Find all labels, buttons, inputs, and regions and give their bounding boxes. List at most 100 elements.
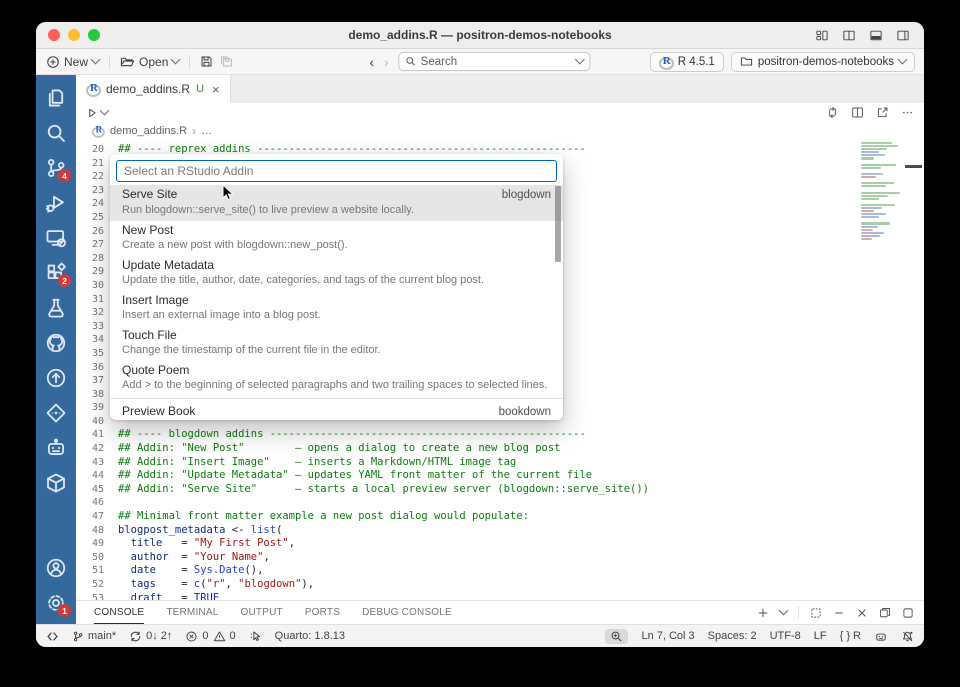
run-file-button[interactable] xyxy=(86,105,110,119)
new-console-button[interactable] xyxy=(757,607,769,619)
save-button[interactable] xyxy=(200,55,213,68)
move-panel-icon[interactable] xyxy=(879,607,891,619)
sidebar-item-publish[interactable] xyxy=(36,360,76,395)
line-number[interactable]: 37 xyxy=(76,374,104,388)
addin-item-quote-poem[interactable]: Quote Poem Add > to the beginning of sel… xyxy=(110,361,563,396)
line-number[interactable]: 45 xyxy=(76,483,104,497)
breadcrumb-symbol[interactable]: … xyxy=(201,125,212,137)
tab-demo-addins[interactable]: R demo_addins.R U × xyxy=(76,75,231,103)
zoom-window-button[interactable] xyxy=(88,29,100,41)
chevron-down-icon[interactable] xyxy=(778,605,789,616)
compare-changes-icon[interactable] xyxy=(826,106,839,119)
line-number[interactable]: 40 xyxy=(76,415,104,429)
line-number[interactable]: 36 xyxy=(76,361,104,375)
line-number[interactable]: 39 xyxy=(76,401,104,415)
line-number[interactable]: 51 xyxy=(76,564,104,578)
split-editor-layout-icon[interactable] xyxy=(842,29,856,42)
panel-tab-debug-console[interactable]: DEBUG CONSOLE xyxy=(362,602,452,624)
line-number[interactable]: 30 xyxy=(76,279,104,293)
line-number[interactable]: 49 xyxy=(76,537,104,551)
toggle-panel-icon[interactable] xyxy=(869,29,883,42)
line-number[interactable]: 41 xyxy=(76,428,104,442)
line-number[interactable]: 33 xyxy=(76,320,104,334)
encoding[interactable]: UTF-8 xyxy=(770,630,801,642)
line-number[interactable]: 47 xyxy=(76,510,104,524)
addin-item-touch-file[interactable]: Touch File Change the timestamp of the c… xyxy=(110,326,563,361)
navigate-back-button[interactable]: ‹ xyxy=(369,55,374,69)
interpreter-selector[interactable]: R R 4.5.1 xyxy=(649,51,724,72)
global-search-input[interactable]: Search xyxy=(398,52,591,71)
git-branch[interactable]: main* xyxy=(72,630,116,643)
list-scrollbar[interactable] xyxy=(555,186,561,262)
line-number[interactable]: 25 xyxy=(76,211,104,225)
close-tab-icon[interactable]: × xyxy=(212,82,220,97)
split-editor-icon[interactable] xyxy=(851,106,864,119)
line-number[interactable]: 34 xyxy=(76,333,104,347)
line-number[interactable]: 23 xyxy=(76,184,104,198)
line-number[interactable]: 21 xyxy=(76,157,104,171)
quarto-version[interactable]: Quarto: 1.8.13 xyxy=(275,630,345,642)
navigate-forward-button[interactable]: › xyxy=(384,55,389,69)
problems[interactable]: 00 xyxy=(185,630,236,643)
line-number[interactable]: 27 xyxy=(76,238,104,252)
addin-filter-input[interactable]: Select an RStudio Addin xyxy=(116,160,557,182)
panel-tab-ports[interactable]: PORTS xyxy=(305,602,340,624)
session-pointer[interactable] xyxy=(249,630,262,643)
sidebar-item-extensions[interactable]: 2 xyxy=(36,255,76,290)
language-mode[interactable]: { } R xyxy=(840,630,861,642)
line-number[interactable]: 48 xyxy=(76,524,104,538)
line-number[interactable]: 53 xyxy=(76,592,104,600)
panel-tab-console[interactable]: CONSOLE xyxy=(94,602,145,624)
customize-layout-icon[interactable] xyxy=(815,29,829,42)
line-number[interactable]: 43 xyxy=(76,456,104,470)
line-number[interactable]: 38 xyxy=(76,388,104,402)
line-number[interactable]: 32 xyxy=(76,306,104,320)
close-window-button[interactable] xyxy=(48,29,60,41)
minimize-window-button[interactable] xyxy=(68,29,80,41)
code-editor[interactable]: 20 ## ---- reprex addins ----------------… xyxy=(76,140,924,600)
panel-tab-terminal[interactable]: TERMINAL xyxy=(166,602,218,624)
line-number[interactable]: 26 xyxy=(76,225,104,239)
line-number[interactable]: 50 xyxy=(76,551,104,565)
sidebar-item-gem[interactable] xyxy=(36,395,76,430)
line-number[interactable]: 46 xyxy=(76,496,104,510)
workspace-selector[interactable]: positron-demos-notebooks xyxy=(730,51,915,72)
breadcrumb-file[interactable]: demo_addins.R xyxy=(110,125,187,137)
open-button[interactable]: Open xyxy=(120,55,181,69)
minimize-panel-icon[interactable] xyxy=(833,607,845,619)
addin-item-insert-image[interactable]: Insert Image Insert an external image in… xyxy=(110,291,563,326)
close-panel-icon[interactable] xyxy=(856,607,868,619)
sidebar-item-explorer[interactable] xyxy=(36,80,76,115)
cursor-position[interactable]: Ln 7, Col 3 xyxy=(641,630,694,642)
line-number[interactable]: 24 xyxy=(76,197,104,211)
panel-tab-output[interactable]: OUTPUT xyxy=(240,602,282,624)
addin-item-preview-book[interactable]: Preview Bookbookdown Run bookdown::serve… xyxy=(110,402,563,420)
indentation[interactable]: Spaces: 2 xyxy=(708,630,757,642)
line-number[interactable]: 35 xyxy=(76,347,104,361)
eol[interactable]: LF xyxy=(814,630,827,642)
remote-indicator[interactable] xyxy=(46,630,59,643)
line-number[interactable]: 44 xyxy=(76,469,104,483)
sidebar-item-source-control[interactable]: 4 xyxy=(36,150,76,185)
line-number[interactable]: 28 xyxy=(76,252,104,266)
breadcrumb[interactable]: R demo_addins.R › … xyxy=(76,122,924,140)
sidebar-item-search[interactable] xyxy=(36,115,76,150)
assistant-status[interactable] xyxy=(874,630,888,643)
notifications[interactable] xyxy=(901,630,914,643)
sidebar-item-testing[interactable] xyxy=(36,290,76,325)
sidebar-item-assistant[interactable] xyxy=(36,430,76,465)
panel-layout-icon[interactable] xyxy=(902,607,914,619)
toggle-secondary-sidebar-icon[interactable] xyxy=(896,29,910,42)
line-number[interactable]: 52 xyxy=(76,578,104,592)
sidebar-item-settings[interactable]: 1 xyxy=(36,585,76,620)
sidebar-item-remote-explorer[interactable] xyxy=(36,220,76,255)
sidebar-item-packages[interactable] xyxy=(36,465,76,500)
new-button[interactable]: New xyxy=(46,55,101,69)
addin-item-serve-site[interactable]: Serve Site blogdown Run blogdown::serve_s… xyxy=(110,185,563,221)
zoom-control[interactable] xyxy=(605,628,629,644)
line-number[interactable]: 31 xyxy=(76,293,104,307)
line-number[interactable]: 42 xyxy=(76,442,104,456)
minimap[interactable] xyxy=(861,142,905,241)
sidebar-item-run-debug[interactable] xyxy=(36,185,76,220)
line-number[interactable]: 29 xyxy=(76,265,104,279)
